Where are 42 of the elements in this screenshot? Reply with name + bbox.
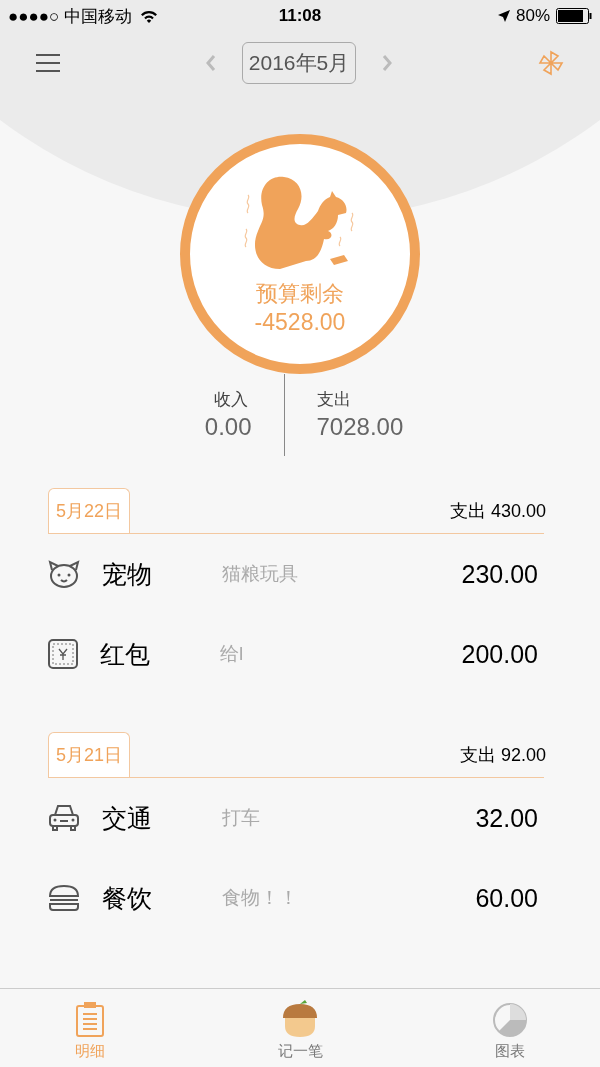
entry-note: 打车	[222, 806, 261, 830]
wallet-icon	[48, 639, 78, 669]
tab[interactable]: 图表	[460, 989, 560, 1067]
clipboard-icon	[75, 1002, 105, 1038]
day-total: 支出 430.00	[449, 500, 546, 523]
tab[interactable]: 记一笔	[250, 989, 350, 1067]
entry-amount: 230.00	[461, 559, 538, 589]
entry-note: 猫粮玩具	[222, 562, 299, 586]
previous-month-icon[interactable]	[205, 55, 216, 71]
battery-percent: 80%	[515, 6, 550, 26]
menu-icon[interactable]	[36, 54, 60, 72]
total-label: 收入	[213, 389, 248, 411]
budget-value: -4528.00	[254, 308, 346, 336]
entry-note: 给l	[220, 642, 245, 666]
burger-icon	[48, 885, 80, 911]
total-label: 支出	[316, 389, 351, 411]
car-icon	[48, 803, 80, 833]
category-name: 餐饮	[102, 882, 153, 914]
entry-amount: 60.00	[475, 883, 538, 913]
month-button[interactable]: 2016年5月	[241, 42, 357, 84]
cat-face-icon	[48, 560, 80, 588]
entry-amount: 32.00	[475, 803, 538, 833]
clock-text: 11:08	[277, 6, 323, 26]
entry-amount: 200.00	[461, 639, 538, 669]
category-name: 宠物	[102, 558, 153, 590]
total-value: 0.00	[204, 413, 252, 441]
entry-note: 食物！！	[222, 886, 299, 910]
acorn-icon	[280, 998, 320, 1038]
day-total: 支出 92.00	[459, 744, 546, 767]
wifi-icon	[140, 9, 159, 23]
battery-icon	[556, 8, 592, 24]
total-value: 7028.00	[316, 413, 404, 441]
carrier-text: ●●●●○ 中国移动	[8, 5, 133, 28]
category-name: 交通	[102, 802, 153, 834]
pie-chart-icon	[492, 1002, 528, 1038]
pinwheel-icon[interactable]	[538, 50, 564, 76]
next-month-icon[interactable]	[382, 55, 393, 71]
category-name: 红包	[100, 638, 151, 670]
date-badge: 5月22日	[48, 488, 131, 533]
budget-label: 预算剩余	[256, 279, 344, 308]
date-badge: 5月21日	[48, 732, 131, 777]
location-arrow-icon	[497, 10, 510, 22]
